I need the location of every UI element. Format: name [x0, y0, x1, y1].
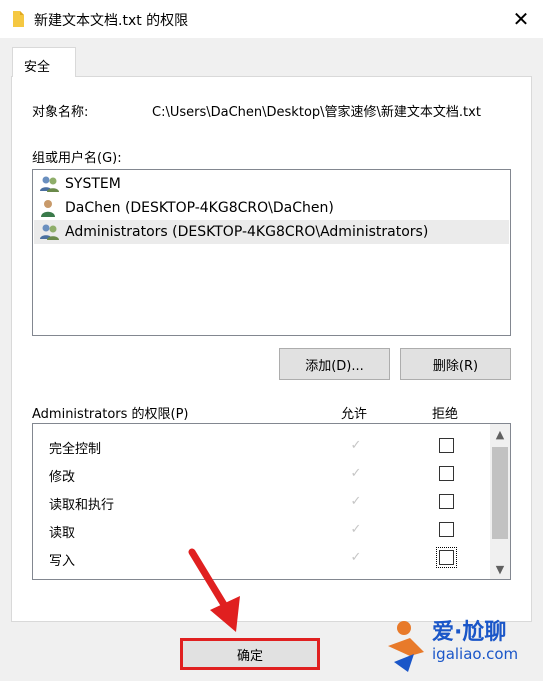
groups-label: 组或用户名(G): [32, 151, 122, 166]
scroll-thumb[interactable] [492, 447, 508, 539]
allow-column-header: 允许 [341, 407, 368, 422]
watermark-title: 爱·尬聊 [432, 620, 507, 645]
tab-security[interactable]: 安全 [12, 47, 76, 77]
permissions-label: Administrators 的权限(P) [32, 407, 189, 422]
user-list[interactable]: SYSTEM DaChen (DESKTOP-4KG8CRO\DaChen) A… [32, 169, 511, 336]
deny-checkbox[interactable] [439, 522, 454, 537]
deny-checkbox[interactable] [436, 547, 457, 568]
permission-name: 写入 [49, 554, 76, 569]
permission-list[interactable]: 完全控制 ✓ 修改 ✓ 读取和执行 ✓ 读取 ✓ 写入 ✓ ▲ ▼ [32, 423, 511, 580]
annotation-arrow-icon [188, 548, 240, 632]
title-bar: 新建文本文档.txt 的权限 ✕ [0, 0, 543, 38]
permission-name: 读取和执行 [49, 498, 115, 513]
allow-checkbox: ✓ [350, 522, 362, 537]
user-name: DaChen (DESKTOP-4KG8CRO\DaChen) [65, 200, 334, 216]
table-row: 读取和执行 ✓ [33, 488, 488, 516]
user-icon [41, 200, 55, 217]
close-button[interactable]: ✕ [499, 0, 543, 38]
object-name-value: C:\Users\DaChen\Desktop\管家速修\新建文本文档.txt [152, 105, 481, 120]
table-row: 修改 ✓ [33, 460, 488, 488]
deny-checkbox[interactable] [439, 466, 454, 481]
add-button[interactable]: 添加(D)... [279, 348, 390, 380]
deny-column-header: 拒绝 [432, 407, 459, 422]
group-users-icon [40, 176, 59, 192]
table-row: 读取 ✓ [33, 516, 488, 544]
deny-checkbox[interactable] [439, 438, 454, 453]
scrollbar[interactable]: ▲ ▼ [490, 424, 510, 579]
list-item[interactable]: SYSTEM [34, 172, 509, 196]
table-row: 完全控制 ✓ [33, 432, 488, 460]
allow-checkbox: ✓ [350, 494, 362, 509]
allow-checkbox: ✓ [350, 438, 362, 453]
scroll-up-arrow-icon[interactable]: ▲ [490, 424, 510, 444]
permission-name: 完全控制 [49, 442, 102, 457]
window-title: 新建文本文档.txt 的权限 [34, 13, 189, 29]
scroll-down-arrow-icon[interactable]: ▼ [490, 559, 510, 579]
allow-checkbox: ✓ [350, 466, 362, 481]
deny-checkbox[interactable] [439, 494, 454, 509]
user-name: Administrators (DESKTOP-4KG8CRO\Administ… [65, 224, 429, 240]
file-icon [13, 11, 24, 27]
allow-checkbox: ✓ [350, 550, 362, 565]
user-name: SYSTEM [65, 176, 121, 192]
list-item-selected[interactable]: Administrators (DESKTOP-4KG8CRO\Administ… [34, 220, 509, 244]
permission-name: 读取 [49, 526, 76, 541]
watermark-url: igaliao.com [432, 645, 519, 663]
table-row: 写入 ✓ [33, 544, 488, 572]
object-name-label: 对象名称: [32, 105, 89, 120]
remove-button[interactable]: 删除(R) [400, 348, 511, 380]
permission-name: 修改 [49, 470, 76, 485]
group-users-icon [40, 224, 59, 240]
ok-button[interactable]: 确定 [180, 638, 320, 670]
list-item[interactable]: DaChen (DESKTOP-4KG8CRO\DaChen) [34, 196, 509, 220]
